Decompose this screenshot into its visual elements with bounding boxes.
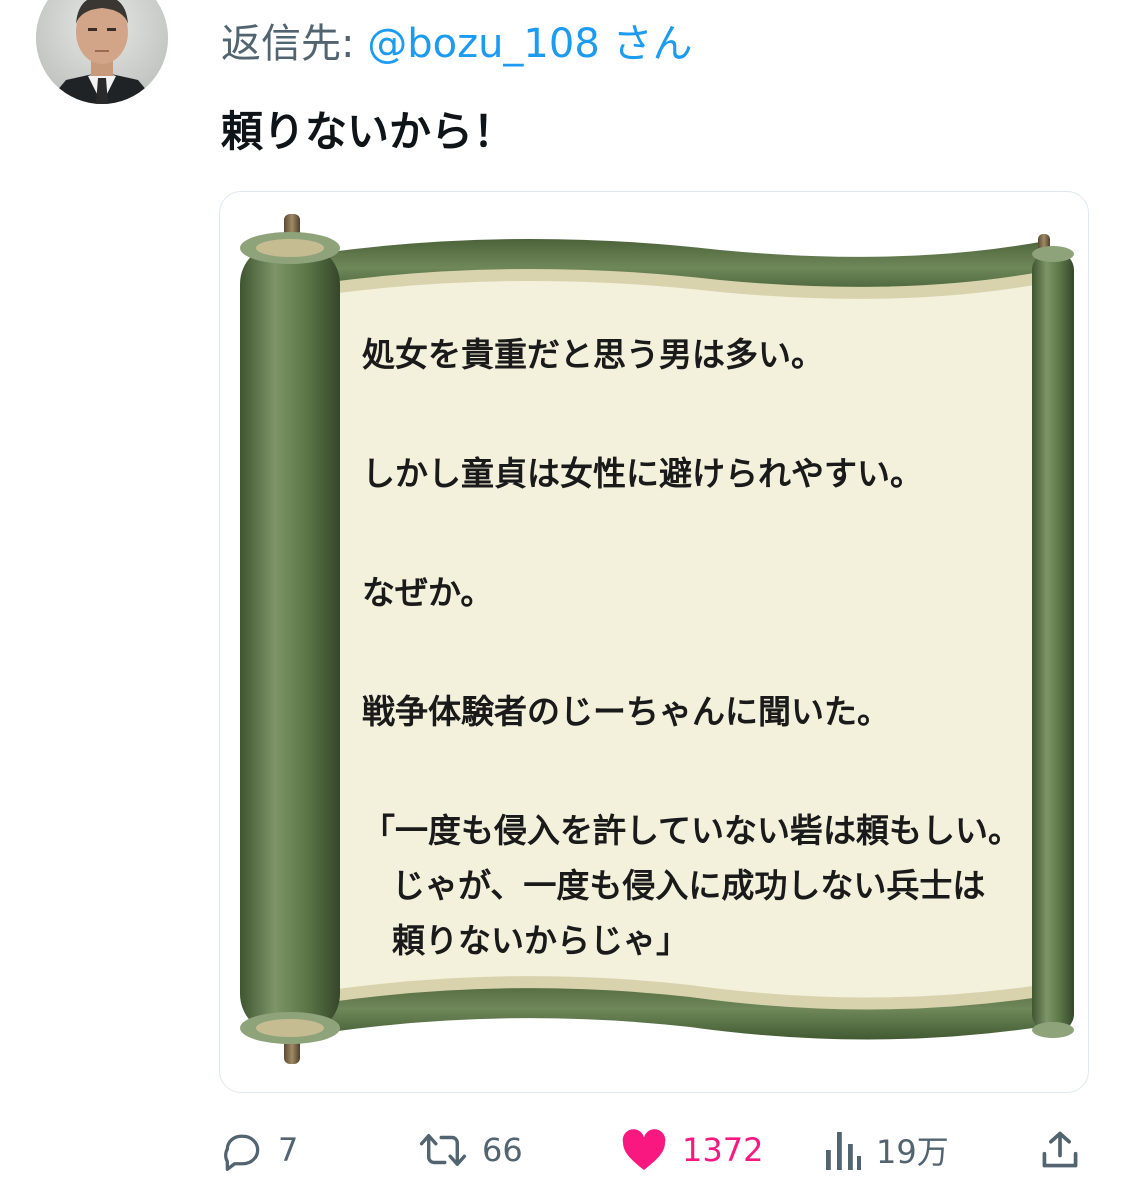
scroll-line: 「一度も侵入を許していない砦は頼もしい。 [362, 811, 1022, 850]
retweet-count: 66 [482, 1131, 523, 1169]
tweet-media-image[interactable]: 処女を貴重だと思う男は多い。 しかし童貞は女性に避けられやすい。 なぜか。 戦争… [219, 191, 1089, 1093]
scroll-line: 処女を貴重だと思う男は多い。 [362, 335, 824, 374]
reply-icon [224, 1134, 260, 1171]
retweet-button[interactable]: 66 [418, 1120, 523, 1180]
views-count: 19万 [876, 1133, 949, 1171]
reply-to-header: 返信先: @bozu_108 さん [221, 16, 692, 72]
scroll-line: 頼りないからじゃ」 [392, 921, 689, 960]
scroll-line: なぜか。 [362, 573, 494, 612]
avatar[interactable] [36, 0, 168, 104]
like-button[interactable]: 1372 [620, 1120, 763, 1180]
reply-to-handle-link[interactable]: @bozu_108 [367, 21, 600, 67]
views-button[interactable]: 19万 [822, 1120, 949, 1180]
share-icon [1042, 1131, 1078, 1168]
share-button[interactable] [1038, 1120, 1082, 1180]
heart-icon [622, 1129, 666, 1170]
tweet-text: 頼りないから！ [221, 107, 516, 156]
scroll-line: じゃが、一度も侵入に成功しない兵士は [392, 866, 986, 905]
scroll-text-block: 処女を貴重だと思う男は多い。 しかし童貞は女性に避けられやすい。 なぜか。 戦争… [362, 327, 1042, 968]
views-icon [826, 1132, 861, 1170]
reply-to-suffix: さん [599, 21, 693, 67]
reply-count: 7 [278, 1131, 299, 1169]
scroll-line: 戦争体験者のじーちゃんに聞いた。 [362, 692, 890, 731]
reply-button[interactable]: 7 [220, 1120, 298, 1180]
reply-to-prefix: 返信先: [221, 21, 368, 67]
tweet-action-bar: 7 66 1372 19万 [0, 1120, 1124, 1180]
retweet-icon [419, 1134, 467, 1166]
scroll-line: しかし童貞は女性に避けられやすい。 [362, 454, 923, 493]
like-count: 1372 [682, 1131, 764, 1169]
